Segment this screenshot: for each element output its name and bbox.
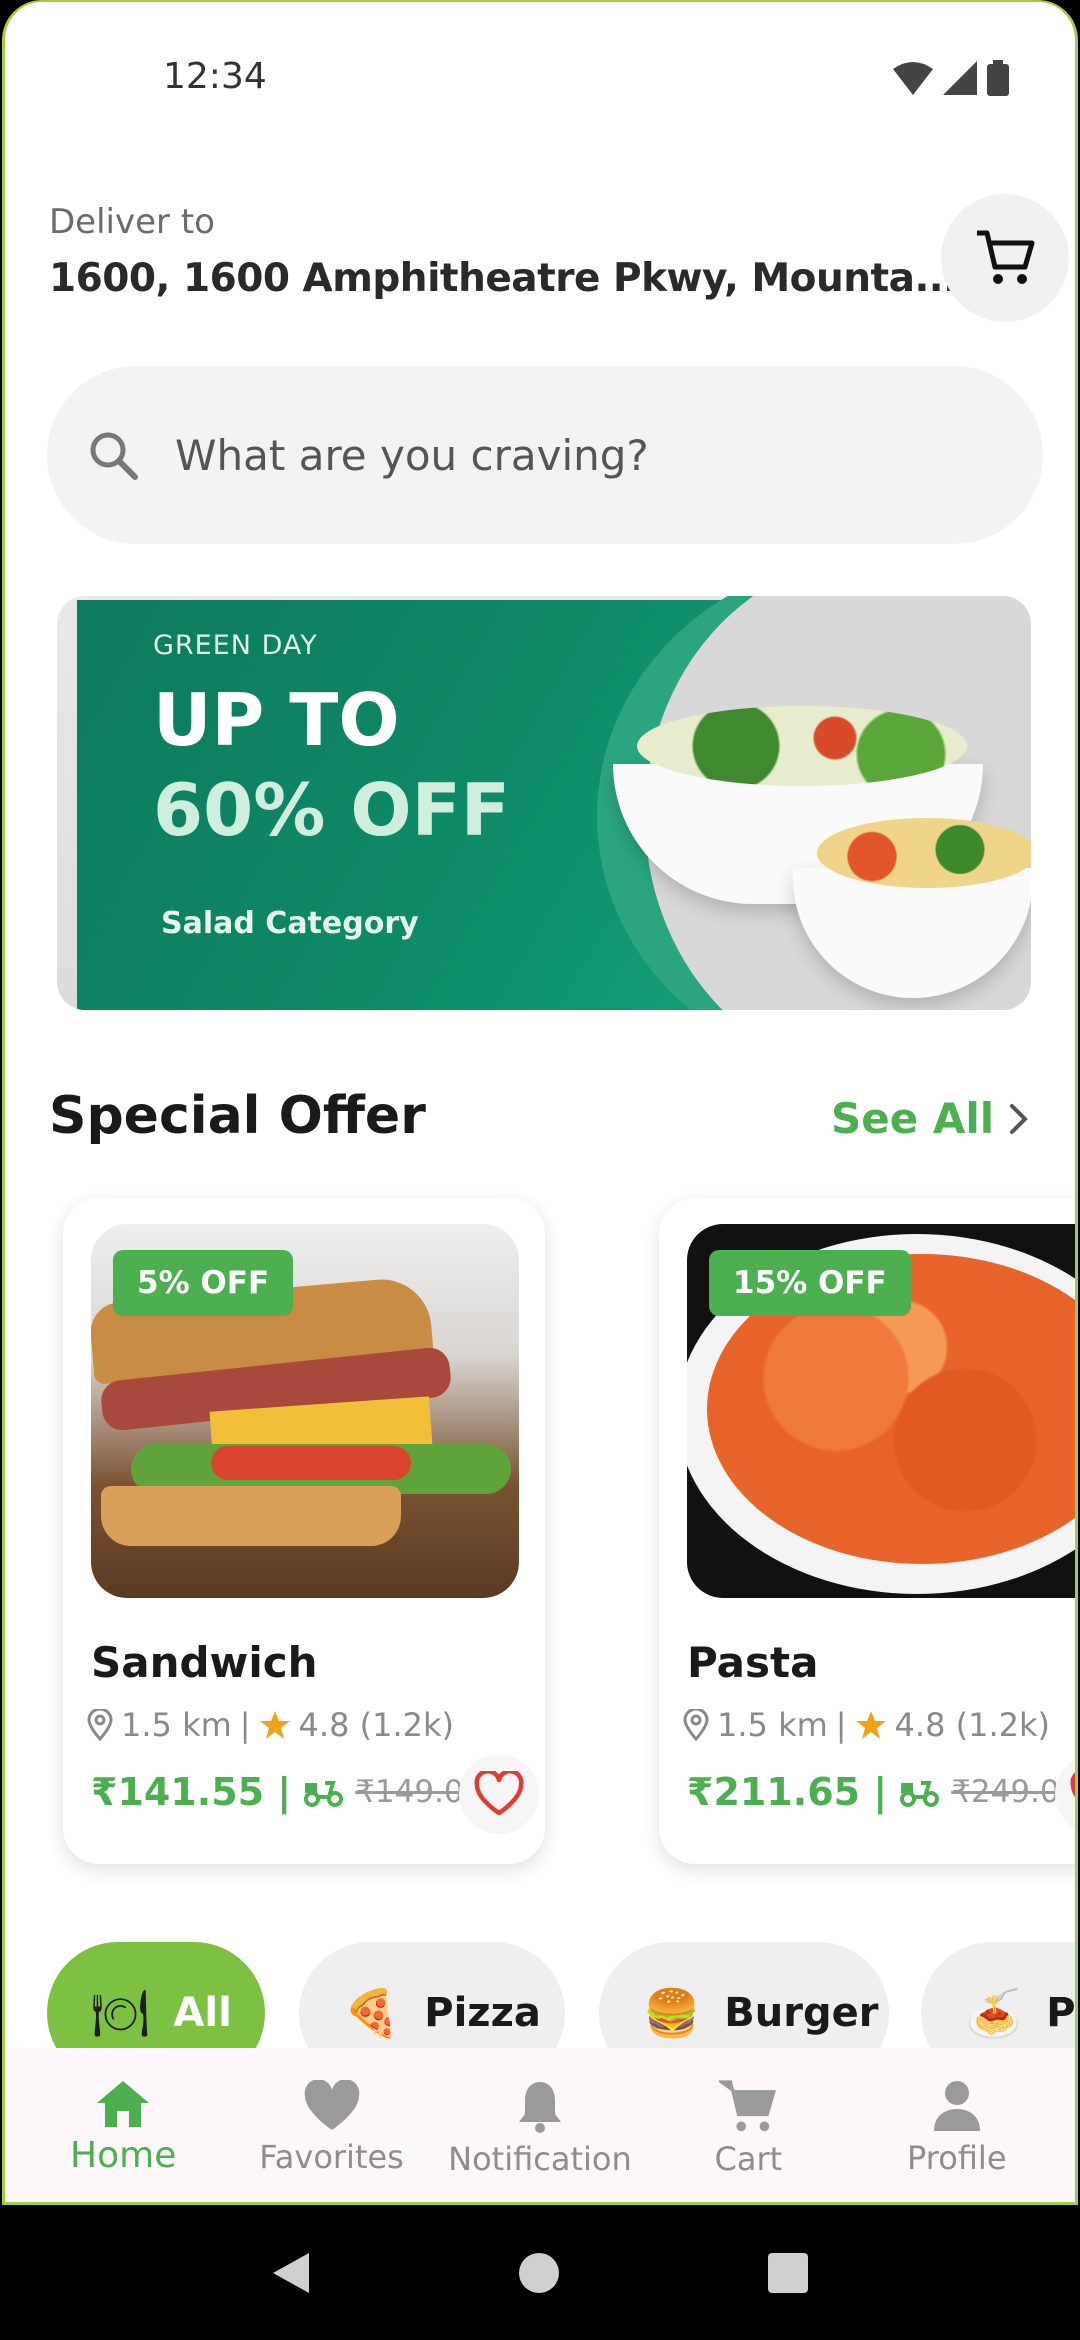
- salad-topping-2: [817, 818, 1031, 888]
- burger-icon: 🍔: [643, 1985, 701, 2040]
- location-pin-icon: [87, 1709, 113, 1741]
- address-selector[interactable]: 1600, 1600 Amphitheatre Pkwy, Mounta...: [49, 256, 1019, 301]
- banner-subtitle: Salad Category: [161, 906, 419, 941]
- nav-label: Favorites: [259, 2137, 404, 2176]
- signal-icon: [943, 61, 977, 95]
- nav-favorites[interactable]: Favorites: [232, 2079, 432, 2176]
- promo-banner[interactable]: GREEN DAY UP TO 60% OFF Salad Category: [57, 596, 1031, 1010]
- nav-cart[interactable]: Cart: [648, 2078, 848, 2178]
- meta-separator: |: [239, 1706, 251, 1744]
- discount-badge: 15% OFF: [709, 1250, 911, 1316]
- item-price-row: ₹211.65 | ₹249.00: [687, 1770, 1075, 1814]
- favorite-button[interactable]: [459, 1754, 539, 1834]
- heart-outline-icon: [1070, 1772, 1075, 1798]
- device-frame: 12:34 Deliver to 1600, 1600 Amphitheatre…: [0, 0, 1080, 2340]
- item-price: ₹141.55 |: [91, 1770, 292, 1814]
- delivery-scooter-icon: [304, 1781, 344, 1807]
- item-distance: 1.5 km: [717, 1706, 828, 1744]
- item-distance: 1.5 km: [121, 1706, 232, 1744]
- offer-card-sandwich[interactable]: 5% OFF Sandwich 1.5 km | 4.8 (1.2k) ₹141…: [63, 1198, 545, 1864]
- see-all-label[interactable]: See All: [831, 1094, 994, 1143]
- item-meta: 1.5 km | 4.8 (1.2k): [87, 1706, 454, 1744]
- filling-tomato: [211, 1446, 411, 1480]
- heart-icon: [304, 2079, 359, 2130]
- cart-icon: [719, 2079, 777, 2131]
- category-label[interactable]: Pa: [1046, 1990, 1075, 2036]
- category-label[interactable]: All: [173, 1990, 231, 2036]
- star-icon: [259, 1711, 290, 1739]
- meta-separator: |: [835, 1706, 847, 1744]
- category-label[interactable]: Pizza: [424, 1990, 541, 2036]
- home-icon: [97, 2081, 150, 2127]
- salad-topping: [637, 706, 967, 786]
- item-price: ₹211.65 |: [687, 1770, 888, 1814]
- see-all-link[interactable]: See All: [831, 1094, 1030, 1143]
- pizza-icon: 🍕: [343, 1985, 401, 2040]
- banner-discount: 60% OFF: [153, 768, 510, 852]
- search-bar[interactable]: [47, 366, 1043, 544]
- item-rating: 4.8 (1.2k): [298, 1706, 454, 1744]
- battery-icon: [987, 60, 1009, 96]
- heart-outline-icon: [474, 1771, 524, 1816]
- nav-notification[interactable]: Notification: [440, 2078, 640, 2178]
- nav-label: Cart: [714, 2139, 783, 2178]
- pasta-icon: 🍝: [965, 1985, 1023, 2040]
- star-icon: [855, 1711, 886, 1739]
- status-time: 12:34: [163, 56, 267, 97]
- banner-headline: UP TO: [153, 678, 400, 762]
- nav-home[interactable]: Home: [23, 2079, 223, 2176]
- nav-label: Notification: [448, 2139, 632, 2178]
- back-icon[interactable]: [271, 2251, 311, 2295]
- nav-profile[interactable]: Profile: [857, 2079, 1057, 2177]
- item-rating: 4.8 (1.2k): [894, 1706, 1050, 1744]
- discount-badge: 5% OFF: [113, 1250, 294, 1316]
- recents-icon[interactable]: [767, 2252, 809, 2294]
- delivery-address[interactable]: 1600, 1600 Amphitheatre Pkwy, Mounta...: [49, 256, 958, 301]
- nav-label: Home: [70, 2135, 177, 2176]
- bottom-navigation: Home Favorites Notification Cart Profile: [5, 2048, 1075, 2202]
- header-cart-button[interactable]: [941, 194, 1069, 322]
- offer-card-pasta[interactable]: 15% OFF Pasta 1.5 km | 4.8 (1.2k) ₹211.6…: [659, 1198, 1075, 1864]
- item-price-row: ₹141.55 | ₹149.00: [91, 1770, 483, 1814]
- special-offer-title: Special Offer: [49, 1086, 426, 1146]
- category-label[interactable]: Burger: [724, 1990, 878, 2036]
- bread-bottom: [101, 1486, 401, 1546]
- wifi-icon: [893, 62, 933, 95]
- cart-icon: [977, 230, 1035, 284]
- app-screen: 12:34 Deliver to 1600, 1600 Amphitheatre…: [2, 0, 1078, 2205]
- location-pin-icon: [683, 1709, 709, 1741]
- status-bar: 12:34: [5, 2, 1075, 152]
- nav-label: Profile: [907, 2138, 1007, 2177]
- cutlery-icon: 🍽: [91, 1985, 150, 2040]
- favorite-button[interactable]: [1055, 1754, 1075, 1834]
- home-circle-icon[interactable]: [517, 2251, 561, 2295]
- search-icon: [90, 432, 138, 480]
- chevron-right-icon: [1010, 1103, 1028, 1134]
- item-name: Sandwich: [91, 1638, 318, 1687]
- banner-eyebrow: GREEN DAY: [153, 630, 318, 661]
- search-input[interactable]: [175, 430, 975, 480]
- item-meta: 1.5 km | 4.8 (1.2k): [683, 1706, 1050, 1744]
- bell-icon: [518, 2081, 561, 2133]
- system-navigation-bar: [0, 2205, 1080, 2340]
- deliver-to-label: Deliver to: [49, 202, 215, 242]
- person-icon: [933, 2080, 980, 2131]
- status-icons: [893, 60, 1009, 96]
- item-name: Pasta: [687, 1638, 819, 1687]
- delivery-scooter-icon: [900, 1781, 940, 1807]
